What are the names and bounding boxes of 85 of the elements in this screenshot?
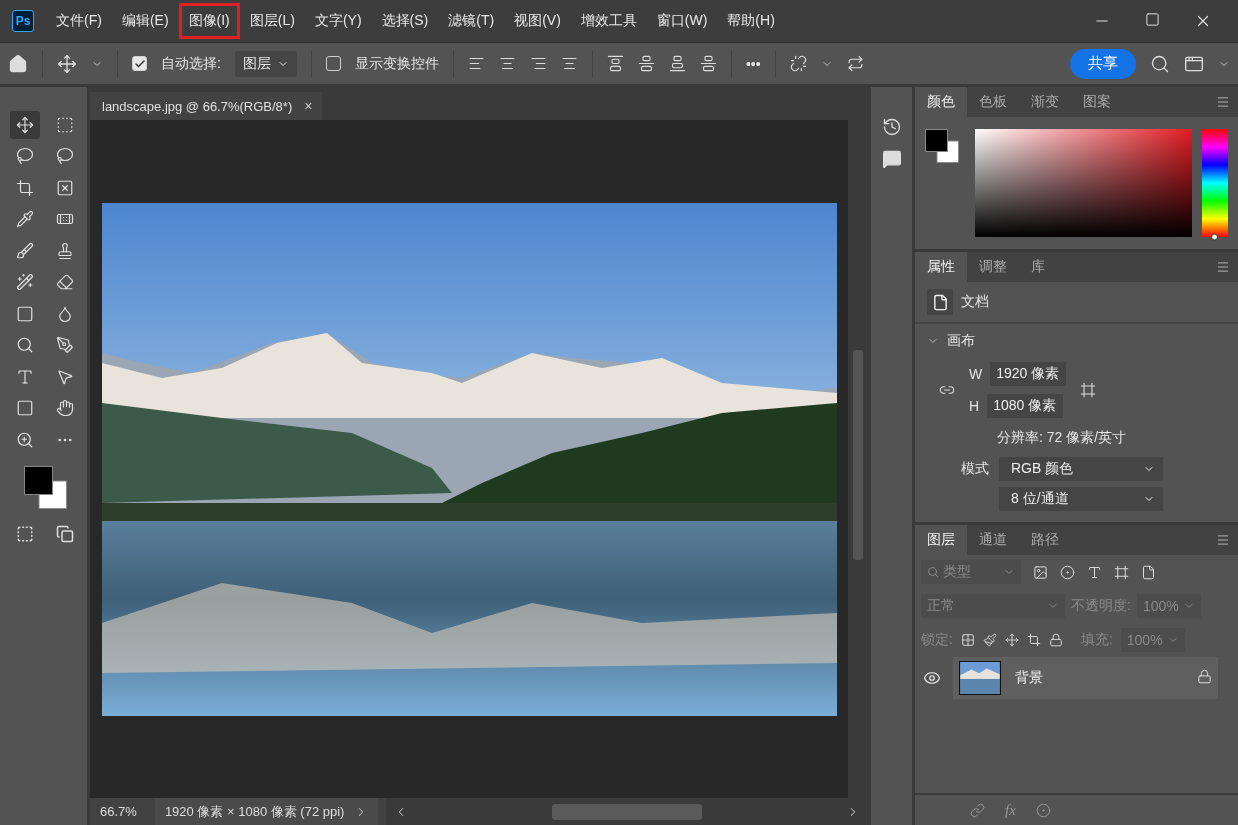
shape-filter-icon[interactable] (1114, 564, 1129, 580)
menu-item[interactable]: 帮助(H) (717, 3, 785, 39)
app-logo: Ps (12, 10, 34, 32)
align-middle-icon[interactable] (637, 55, 655, 72)
history-icon[interactable] (881, 117, 902, 137)
panel-tab[interactable]: 图层 (915, 525, 967, 555)
menu-item[interactable]: 图像(I) (178, 3, 240, 39)
align-top-icon[interactable] (606, 55, 624, 72)
menu-item[interactable]: 文字(Y) (304, 3, 372, 39)
width-label: W (969, 366, 983, 382)
color-field[interactable] (975, 129, 1192, 237)
lock-all-icon[interactable] (1048, 633, 1063, 647)
panel-menu-icon[interactable] (1216, 533, 1230, 547)
hue-slider-thumb[interactable] (1211, 233, 1218, 241)
menu-item[interactable]: 编辑(E) (111, 3, 179, 39)
search-icon (927, 566, 939, 578)
close-tab-button[interactable]: × (304, 98, 313, 114)
menu-item[interactable]: 视图(V) (504, 3, 571, 39)
visibility-icon[interactable] (923, 669, 941, 687)
panel-tab[interactable]: 颜色 (915, 87, 967, 117)
width-field[interactable]: 1920 像素 (990, 362, 1067, 386)
panel-tab[interactable]: 调整 (967, 252, 1019, 282)
lock-pixels-icon[interactable] (960, 633, 975, 647)
move-tool-icon[interactable] (10, 110, 40, 139)
menu-item[interactable]: 文件(F) (46, 3, 112, 39)
document-info: 1920 像素 × 1080 像素 (72 ppi) (164, 802, 345, 821)
lock-artboard-icon[interactable] (1026, 633, 1041, 647)
search-icon[interactable] (1150, 53, 1170, 74)
document-tab[interactable]: landscape.jpg @ 66.7%(RGB/8*) × (90, 92, 323, 120)
adjustment-filter-icon[interactable] (1060, 564, 1075, 580)
background-swatch[interactable] (38, 480, 67, 509)
transform-controls-label: 显示变换控件 (354, 54, 439, 73)
mode-dropdown[interactable]: RGB 颜色 (999, 457, 1163, 481)
mode-label: 模式 (961, 460, 989, 478)
height-label: H (969, 398, 980, 414)
document-icon (927, 289, 953, 315)
layer-thumbnail (959, 661, 1001, 695)
panel-tab[interactable]: 色板 (967, 87, 1019, 117)
lock-paint-icon[interactable] (982, 633, 997, 647)
depth-dropdown[interactable]: 8 位/通道 (999, 487, 1163, 511)
panel-tab[interactable]: 通道 (967, 525, 1019, 555)
document-label: 文档 (961, 293, 989, 311)
scrollbar-thumb[interactable] (552, 803, 703, 820)
panel-menu-icon[interactable] (1216, 260, 1230, 274)
scrollbar-thumb[interactable] (853, 350, 863, 560)
foreground-swatch[interactable] (925, 129, 948, 152)
align-bottom-icon[interactable] (668, 55, 686, 72)
menu-item[interactable]: 窗口(W) (646, 3, 718, 39)
panel-tab[interactable]: 渐变 (1019, 87, 1071, 117)
comment-icon[interactable] (881, 149, 902, 169)
foreground-swatch[interactable] (23, 465, 53, 495)
smart-object-filter-icon[interactable] (1141, 564, 1156, 580)
distribute-vertical-icon[interactable] (699, 55, 717, 72)
lock-icon[interactable] (1197, 669, 1212, 684)
align-left-icon[interactable] (467, 55, 485, 72)
mask-icon[interactable] (1035, 802, 1051, 818)
more-options-button[interactable]: ••• (745, 55, 761, 72)
auto-select-label: 自动选择: (161, 54, 221, 73)
move-tool-icon[interactable] (57, 53, 77, 74)
panel-tab[interactable]: 图案 (1071, 87, 1123, 117)
height-field[interactable]: 1080 像素 (987, 394, 1064, 418)
layer-name: 背景 (1015, 669, 1044, 687)
menu-item[interactable]: 图层(L) (239, 3, 305, 39)
align-right-icon[interactable] (529, 55, 547, 72)
align-center-icon[interactable] (498, 55, 516, 72)
transform-controls-checkbox[interactable] (325, 56, 341, 71)
zoom-level: 66.7% (99, 804, 138, 819)
auto-select-checkbox[interactable] (132, 56, 147, 71)
panel-tab[interactable]: 属性 (915, 252, 967, 282)
type-filter-icon[interactable] (1087, 564, 1102, 580)
panel-tab[interactable]: 库 (1019, 252, 1057, 282)
share-button[interactable]: 共享 (1070, 48, 1136, 79)
link-icon[interactable] (789, 55, 807, 72)
target-dropdown[interactable]: 图层 (234, 50, 297, 77)
home-icon[interactable] (8, 53, 28, 74)
image-filter-icon[interactable] (1033, 564, 1048, 580)
menu-item[interactable]: 增效工具 (570, 3, 647, 39)
menu-item[interactable]: 滤镜(T) (438, 3, 505, 39)
resolution-text: 分辨率: 72 像素/英寸 (997, 429, 1127, 447)
lock-position-icon[interactable] (1004, 633, 1019, 647)
panel-menu-icon[interactable] (1216, 95, 1230, 109)
panel-tab[interactable]: 路径 (1019, 525, 1071, 555)
menu-item[interactable]: 选择(S) (371, 3, 439, 39)
maximize-icon[interactable] (1145, 12, 1160, 27)
section-title[interactable]: 画布 (947, 332, 975, 350)
